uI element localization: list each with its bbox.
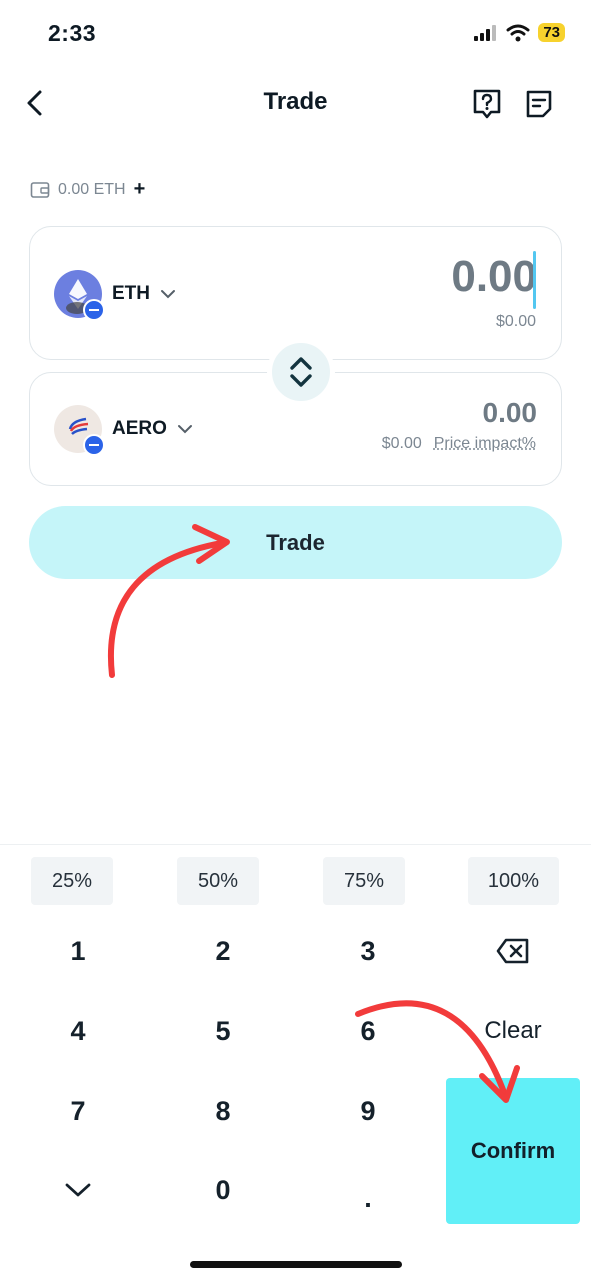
key-0[interactable]: 0 xyxy=(168,1160,278,1220)
annotation-arrow-icon xyxy=(107,524,230,678)
to-details: $0.00 Price impact% xyxy=(382,435,536,453)
balance-text: 0.00 ETH xyxy=(58,180,126,198)
aero-logo-icon xyxy=(54,405,105,456)
percent-100-button[interactable]: 100% xyxy=(468,857,559,905)
from-token-name: ETH xyxy=(112,283,150,304)
signal-icon xyxy=(474,24,497,41)
history-note-icon[interactable] xyxy=(522,87,556,121)
key-2[interactable]: 2 xyxy=(168,921,278,981)
chevron-down-icon xyxy=(65,1183,91,1197)
to-token-name: AERO xyxy=(112,418,167,439)
key-4[interactable]: 4 xyxy=(23,1001,133,1061)
key-7[interactable]: 7 xyxy=(23,1081,133,1141)
price-impact-link[interactable]: Price impact% xyxy=(434,435,536,453)
percent-75-button[interactable]: 75% xyxy=(323,857,405,905)
backspace-button[interactable] xyxy=(458,921,568,981)
to-usd-value: $0.00 xyxy=(381,435,422,452)
battery-indicator: 73 xyxy=(538,23,565,42)
key-3[interactable]: 3 xyxy=(313,921,423,981)
key-8[interactable]: 8 xyxy=(168,1081,278,1141)
wallet-icon xyxy=(30,181,50,198)
to-token-selector[interactable]: AERO xyxy=(54,405,193,456)
wifi-icon xyxy=(506,24,530,41)
network-badge-icon xyxy=(83,299,105,321)
backspace-icon xyxy=(496,938,529,964)
add-funds-button[interactable]: + xyxy=(134,178,146,201)
swap-arrows-icon xyxy=(290,357,312,387)
annotation-arrow-icon xyxy=(355,1000,520,1103)
swap-direction-button[interactable] xyxy=(267,338,335,406)
status-icons: 73 xyxy=(474,23,565,42)
key-1[interactable]: 1 xyxy=(23,921,133,981)
to-amount: 0.00 xyxy=(482,397,538,428)
status-time: 2:33 xyxy=(48,20,97,46)
from-usd-value: $0.00 xyxy=(495,313,536,330)
text-cursor xyxy=(533,251,536,309)
help-icon[interactable] xyxy=(470,87,504,121)
key-decimal[interactable]: . xyxy=(313,1168,423,1228)
network-badge-icon xyxy=(83,434,105,456)
percent-25-button[interactable]: 25% xyxy=(31,857,113,905)
wallet-balance: 0.00 ETH + xyxy=(30,178,145,201)
eth-logo-icon xyxy=(54,270,105,321)
from-token-selector[interactable]: ETH xyxy=(54,270,176,321)
chevron-down-icon xyxy=(177,425,192,434)
hide-keypad-button[interactable] xyxy=(23,1160,133,1220)
from-amount[interactable]: 0.00 xyxy=(451,249,537,305)
percent-50-button[interactable]: 50% xyxy=(177,857,259,905)
chevron-down-icon xyxy=(161,290,175,299)
key-5[interactable]: 5 xyxy=(168,1001,278,1061)
keypad-divider xyxy=(0,844,591,845)
home-indicator xyxy=(190,1261,402,1268)
from-amount-field[interactable]: 0.00 xyxy=(451,249,537,305)
